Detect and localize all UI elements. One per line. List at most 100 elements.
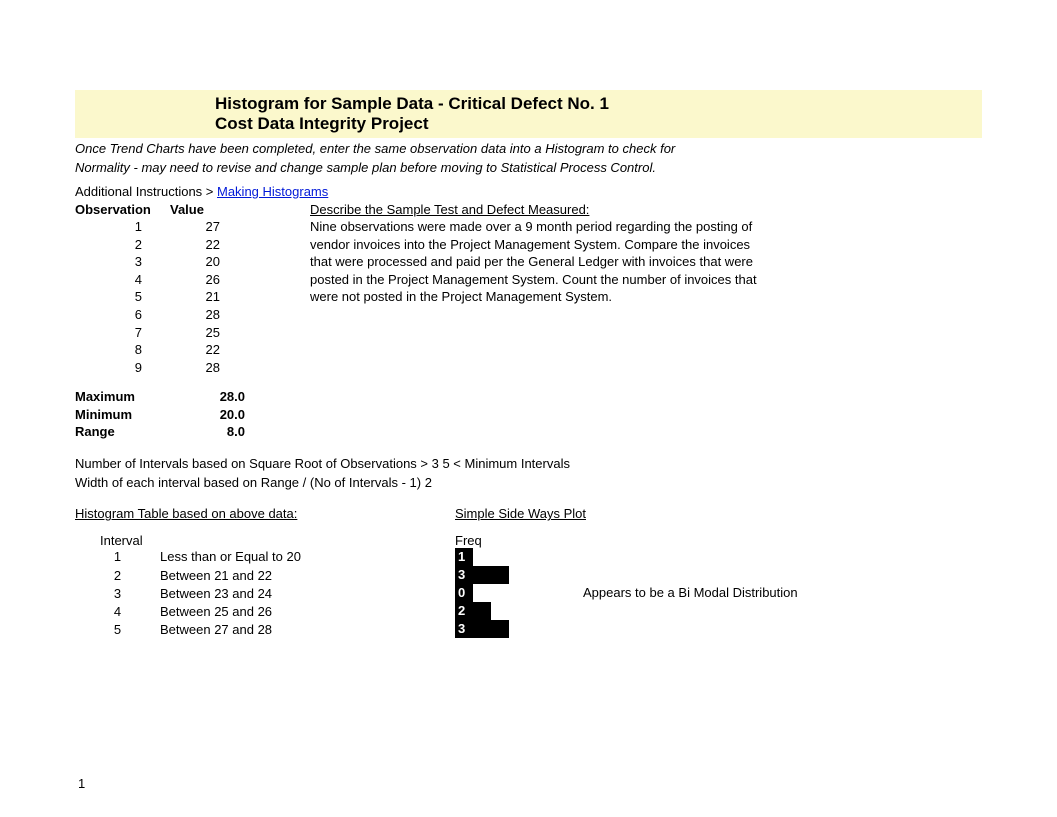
- observation-value: 22: [170, 341, 220, 359]
- sideways-plot-heading: Simple Side Ways Plot: [455, 506, 586, 521]
- description-line: were not posted in the Project Managemen…: [310, 288, 982, 306]
- description-line: posted in the Project Management System.…: [310, 271, 982, 289]
- observation-number: 9: [75, 359, 170, 377]
- observation-number: 3: [75, 253, 170, 271]
- interval-label: Less than or Equal to 20: [160, 548, 301, 566]
- interval-label: Between 23 and 24: [160, 585, 272, 603]
- interval-row: 5Between 27 and 28: [75, 621, 455, 639]
- observation-value: 22: [170, 236, 220, 254]
- description-line: Nine observations were made over a 9 mon…: [310, 218, 982, 236]
- interval-number: 2: [75, 567, 160, 585]
- stat-label: Minimum: [75, 406, 195, 424]
- plot-row: 0 Appears to be a Bi Modal Distribution: [455, 584, 798, 602]
- stat-value: 20.0: [195, 406, 245, 424]
- title-line1: Histogram for Sample Data - Critical Def…: [215, 94, 982, 114]
- interval-number: 3: [75, 585, 160, 603]
- calc-block: Number of Intervals based on Square Root…: [75, 455, 982, 493]
- interval-number: 1: [75, 548, 160, 566]
- stat-range: Range 8.0: [75, 423, 982, 441]
- observation-head-col2: Value: [170, 201, 220, 219]
- calc-line2: Width of each interval based on Range / …: [75, 474, 982, 493]
- page-number: 1: [78, 776, 85, 791]
- interval-label: Between 21 and 22: [160, 567, 272, 585]
- observation-row: 928: [75, 359, 310, 377]
- observation-row: 628: [75, 306, 310, 324]
- title-banner: Histogram for Sample Data - Critical Def…: [75, 90, 982, 138]
- observation-row: 320: [75, 253, 310, 271]
- sideways-plot: Freq 130Appears to be a Bi Modal Distrib…: [455, 533, 798, 639]
- observation-row: 426: [75, 271, 310, 289]
- interval-number: 5: [75, 621, 160, 639]
- freq-cell: 2: [455, 602, 473, 620]
- observation-value: 28: [170, 306, 220, 324]
- observation-value: 27: [170, 218, 220, 236]
- interval-table: Interval 1Less than or Equal to 202Betwe…: [75, 533, 455, 639]
- stat-value: 8.0: [195, 423, 245, 441]
- plot-row: 3: [455, 566, 798, 584]
- plot-row: 3: [455, 620, 798, 638]
- observation-row: 127: [75, 218, 310, 236]
- plot-row: 2: [455, 602, 798, 620]
- stat-label: Maximum: [75, 388, 195, 406]
- observation-section: Observation Value 1272223204265216287258…: [75, 201, 982, 376]
- interval-row: 1Less than or Equal to 20: [75, 548, 455, 566]
- freq-cell: 3: [455, 620, 473, 638]
- interval-number: 4: [75, 603, 160, 621]
- observation-number: 6: [75, 306, 170, 324]
- observation-row: 822: [75, 341, 310, 359]
- histogram-bar: [473, 620, 509, 638]
- observation-head-col1: Observation: [75, 201, 170, 219]
- observation-header: Observation Value: [75, 201, 310, 219]
- observation-value: 28: [170, 359, 220, 377]
- observation-table: Observation Value 1272223204265216287258…: [75, 201, 310, 376]
- interval-header: Interval: [75, 533, 455, 548]
- interval-row: 2Between 21 and 22: [75, 567, 455, 585]
- observation-number: 8: [75, 341, 170, 359]
- description-line: that were processed and paid per the Gen…: [310, 253, 982, 271]
- interval-label: Between 25 and 26: [160, 603, 272, 621]
- freq-cell: 3: [455, 566, 473, 584]
- freq-cell: 0: [455, 584, 473, 602]
- additional-instructions: Additional Instructions > Making Histogr…: [75, 184, 982, 199]
- observation-value: 21: [170, 288, 220, 306]
- stat-label: Range: [75, 423, 195, 441]
- interval-head-label: Interval: [75, 533, 160, 548]
- description-block: Describe the Sample Test and Defect Meas…: [310, 201, 982, 376]
- stat-value: 28.0: [195, 388, 245, 406]
- stat-maximum: Maximum 28.0: [75, 388, 982, 406]
- observation-number: 4: [75, 271, 170, 289]
- title-line2: Cost Data Integrity Project: [215, 114, 982, 134]
- calc-line1: Number of Intervals based on Square Root…: [75, 455, 982, 474]
- observation-number: 2: [75, 236, 170, 254]
- observation-number: 1: [75, 218, 170, 236]
- freq-head: Freq: [455, 533, 798, 548]
- intro-text: Once Trend Charts have been completed, e…: [75, 140, 982, 178]
- observation-row: 521: [75, 288, 310, 306]
- histogram-bar: [473, 602, 491, 620]
- interval-row: 4Between 25 and 26: [75, 603, 455, 621]
- freq-cell: 1: [455, 548, 473, 566]
- intro-line1: Once Trend Charts have been completed, e…: [75, 140, 982, 159]
- observation-row: 222: [75, 236, 310, 254]
- observation-number: 7: [75, 324, 170, 342]
- histogram-headings: Histogram Table based on above data: Sim…: [75, 506, 982, 521]
- intro-line2: Normality - may need to revise and chang…: [75, 159, 982, 178]
- plot-annotation: Appears to be a Bi Modal Distribution: [583, 584, 798, 602]
- observation-value: 26: [170, 271, 220, 289]
- description-heading: Describe the Sample Test and Defect Meas…: [310, 201, 982, 219]
- plot-row: 1: [455, 548, 798, 566]
- histogram-body: Interval 1Less than or Equal to 202Betwe…: [75, 533, 982, 639]
- histogram-table-heading: Histogram Table based on above data:: [75, 506, 455, 521]
- observation-value: 25: [170, 324, 220, 342]
- document-page: Histogram for Sample Data - Critical Def…: [0, 0, 1057, 817]
- histogram-bar: [473, 566, 509, 584]
- observation-value: 20: [170, 253, 220, 271]
- making-histograms-link[interactable]: Making Histograms: [217, 184, 328, 199]
- observation-row: 725: [75, 324, 310, 342]
- stats-block: Maximum 28.0 Minimum 20.0 Range 8.0: [75, 388, 982, 441]
- stat-minimum: Minimum 20.0: [75, 406, 982, 424]
- observation-number: 5: [75, 288, 170, 306]
- description-line: vendor invoices into the Project Managem…: [310, 236, 982, 254]
- interval-label: Between 27 and 28: [160, 621, 272, 639]
- interval-row: 3Between 23 and 24: [75, 585, 455, 603]
